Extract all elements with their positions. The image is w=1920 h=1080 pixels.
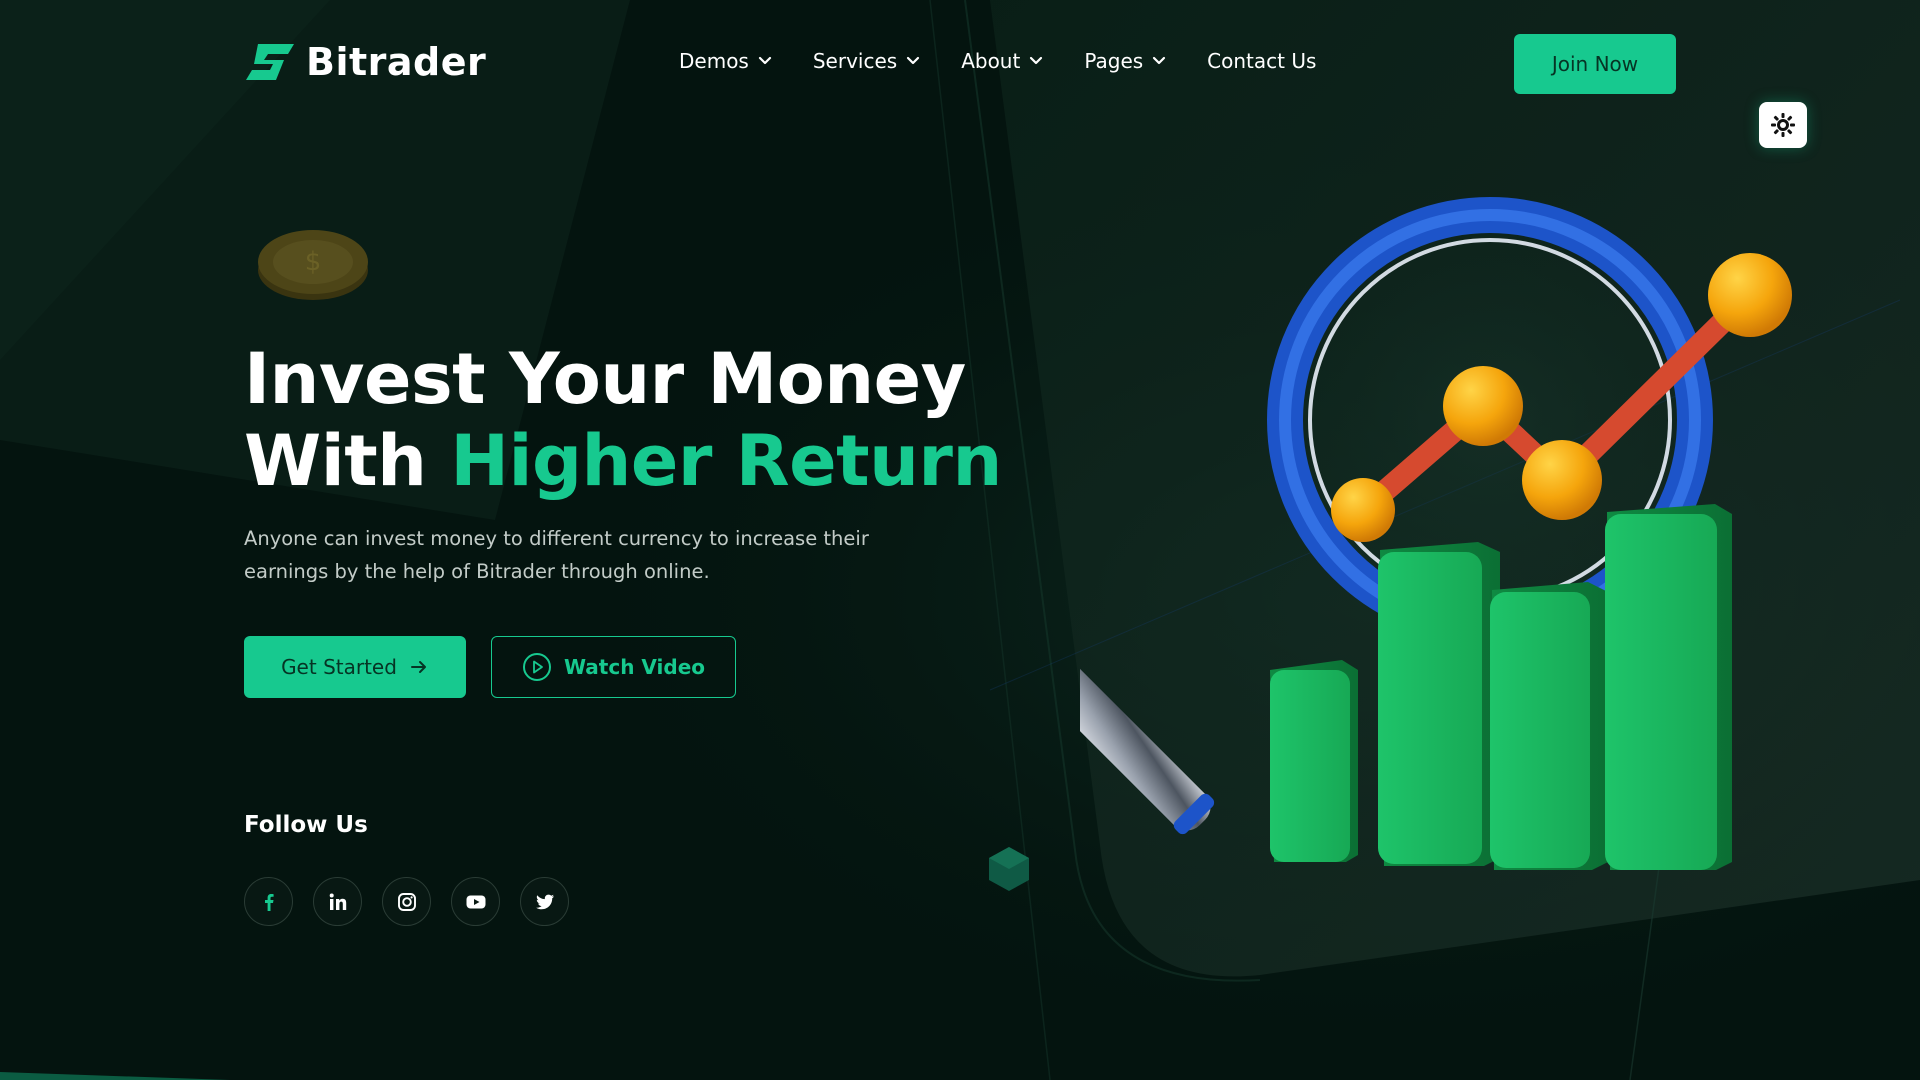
hexagon-decoration-icon [989, 847, 1029, 891]
arrow-right-icon [410, 661, 426, 673]
bitrader-logo-icon [246, 44, 294, 80]
chevron-down-icon [1030, 56, 1043, 65]
theme-toggle-button[interactable] [1759, 102, 1807, 148]
nav-item-about[interactable]: About [961, 49, 1044, 73]
twitter-link[interactable] [520, 877, 569, 926]
follow-us-title: Follow Us [244, 812, 368, 838]
nav-item-label: About [961, 49, 1021, 73]
hero-title: Invest Your Money With Higher Return [244, 338, 1002, 502]
linkedin-icon [329, 893, 346, 910]
facebook-icon [264, 893, 274, 911]
watch-video-label: Watch Video [563, 655, 706, 679]
nav-item-label: Services [812, 49, 898, 73]
hero-description: Anyone can invest money to different cur… [244, 527, 869, 583]
nav-item-label: Pages [1084, 49, 1144, 73]
chevron-down-icon [1153, 56, 1166, 65]
chevron-down-icon [907, 56, 920, 65]
play-circle-icon [522, 653, 551, 681]
instagram-icon [397, 892, 416, 911]
hero-title-accent: Higher Return [450, 420, 1002, 502]
chevron-down-icon [758, 56, 771, 65]
nav-item-services[interactable]: Services [813, 49, 921, 73]
hero-title-line1: Invest Your Money [244, 338, 966, 420]
svg-text:$: $ [305, 247, 322, 277]
brand-logo[interactable]: Bitrader [244, 40, 486, 84]
linkedin-link[interactable] [313, 877, 362, 926]
nav-item-demos[interactable]: Demos [679, 49, 773, 73]
get-started-label: Get Started [281, 655, 397, 679]
magnifier-growth-chart-illustration [1080, 197, 1792, 870]
nav-item-label: Demos [679, 49, 749, 73]
watch-video-button[interactable]: Watch Video [491, 636, 736, 698]
facebook-link[interactable] [244, 877, 293, 926]
coin-decoration-icon: $ [258, 230, 368, 300]
nav-item-pages[interactable]: Pages [1084, 49, 1167, 73]
hero-title-line2-prefix: With [244, 420, 451, 502]
join-now-button[interactable]: Join Now [1514, 34, 1676, 94]
youtube-icon [466, 895, 485, 908]
brand-name: Bitrader [306, 40, 487, 84]
social-links [244, 877, 569, 926]
nav-item-contact[interactable]: Contact Us [1207, 49, 1316, 73]
youtube-link[interactable] [451, 877, 500, 926]
nav-item-label: Contact Us [1207, 49, 1317, 73]
sun-icon [1771, 113, 1795, 137]
get-started-button[interactable]: Get Started [244, 636, 466, 698]
main-nav: Demos Services About Pages Contact Us [679, 49, 1316, 73]
twitter-icon [535, 894, 554, 909]
instagram-link[interactable] [382, 877, 431, 926]
